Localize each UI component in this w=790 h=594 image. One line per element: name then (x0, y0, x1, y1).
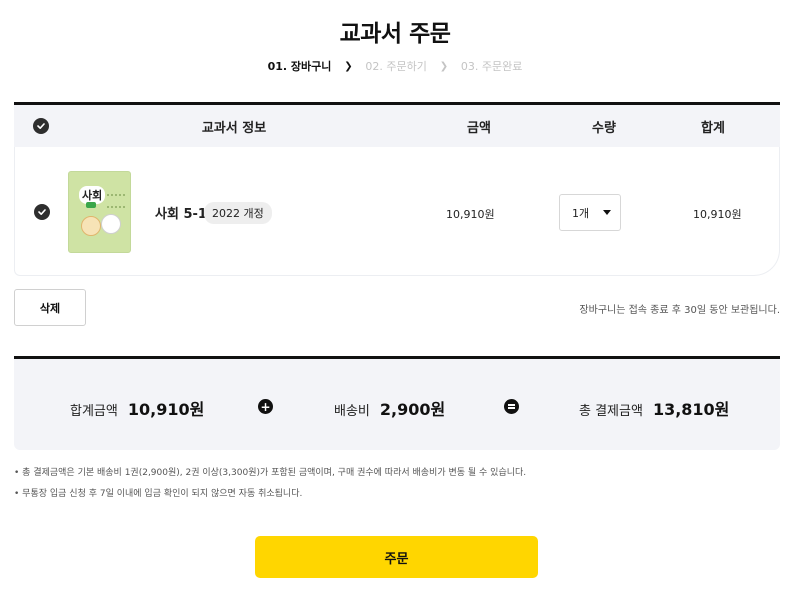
book-cover-tag (86, 202, 96, 208)
book-cover-image: 사회 (68, 171, 131, 253)
chevron-right-icon: ❯ (439, 60, 449, 72)
item-checkbox[interactable] (34, 204, 50, 220)
step-complete: 03. 주문완료 (460, 60, 523, 73)
item-total: 10,910원 (693, 208, 742, 221)
book-cover-character (101, 214, 121, 234)
book-cover-character (81, 216, 101, 236)
order-steps: 01. 장바구니 ❯ 02. 주문하기 ❯ 03. 주문완료 (0, 58, 790, 74)
order-button[interactable]: 주문 (255, 536, 538, 578)
header-info: 교과서 정보 (201, 120, 267, 136)
item-price: 10,910원 (446, 208, 495, 221)
select-all-checkbox[interactable] (33, 118, 49, 134)
step-cart: 01. 장바구니 (267, 60, 332, 73)
shipping-value: 2,900원 (379, 400, 446, 419)
edition-badge: 2022 개정 (204, 202, 272, 224)
delete-button[interactable]: 삭제 (14, 289, 86, 326)
check-icon (37, 123, 45, 129)
chevron-right-icon: ❯ (344, 60, 353, 72)
plus-icon: + (258, 399, 273, 414)
product-name[interactable]: 사회 5-1 (155, 203, 207, 222)
subtotal: 합계금액 10,910원 (70, 396, 204, 420)
book-cover-decoration (107, 194, 125, 208)
grand-total: 총 결제금액 13,810원 (579, 396, 729, 420)
grand-total-value: 13,810원 (652, 400, 730, 419)
shipping-label: 배송비 (334, 404, 370, 419)
table-row: 사회 사회 5-1 2022 개정 10,910원 1개 10,910원 (14, 147, 780, 276)
grand-total-label: 총 결제금액 (579, 404, 643, 419)
subtotal-label: 합계금액 (70, 404, 118, 419)
step-order: 02. 주문하기 (365, 60, 427, 73)
page-title: 교과서 주문 (339, 21, 451, 47)
cart-table-header: 교과서 정보 금액 수량 합계 (14, 105, 780, 147)
list-item: 무통장 입금 신청 후 7일 이내에 입금 확인이 되지 않으면 자동 취소됩니… (14, 484, 526, 505)
check-icon (38, 209, 46, 215)
notice-list: 총 결제금액은 기본 배송비 1권(2,900원), 2권 이상(3,300원)… (14, 463, 526, 505)
quantity-value: 1개 (572, 206, 590, 220)
header-total: 합계 (701, 120, 725, 136)
list-item: 총 결제금액은 기본 배송비 1권(2,900원), 2권 이상(3,300원)… (14, 463, 526, 484)
cart-table: 교과서 정보 금액 수량 합계 사회 사회 5-1 2022 개정 10,910… (14, 102, 780, 276)
shipping: 배송비 2,900원 (334, 396, 445, 420)
header-qty: 수량 (592, 120, 616, 136)
equals-icon (504, 399, 519, 414)
cart-retention-note: 장바구니는 접속 종료 후 30일 동안 보관됩니다. (579, 305, 780, 316)
quantity-select[interactable]: 1개 (559, 194, 621, 231)
header-price: 금액 (467, 120, 491, 136)
payment-summary: 합계금액 10,910원 + 배송비 2,900원 총 결제금액 13,810원 (14, 356, 780, 450)
subtotal-value: 10,910원 (127, 400, 205, 419)
caret-down-icon (603, 210, 611, 215)
